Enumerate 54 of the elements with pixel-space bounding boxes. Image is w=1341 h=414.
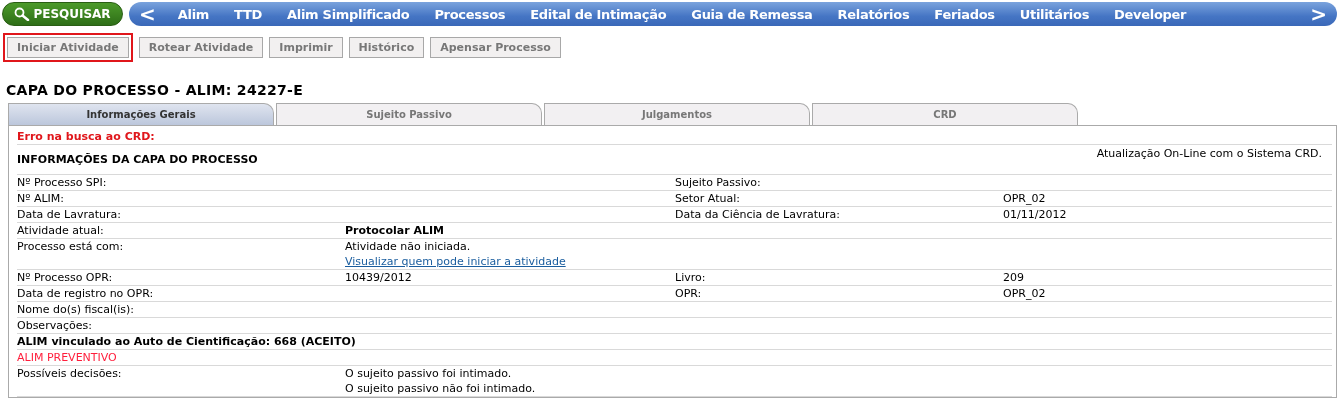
field-value: OPR_02 — [1003, 191, 1047, 206]
field-label: Data da Ciência de Lavratura: — [675, 207, 841, 222]
action-button[interactable]: Rotear Atividade — [138, 36, 264, 58]
menu-item[interactable]: Relatórios — [837, 6, 910, 22]
field-label: Processo está com: — [17, 239, 125, 254]
field-label: Possíveis decisões: — [17, 366, 123, 381]
tab[interactable]: Informações Gerais — [8, 103, 274, 125]
menu-item[interactable]: Guia de Remessa — [691, 6, 813, 22]
field-label: Data de registro no OPR: — [17, 286, 155, 301]
link-info: ALIM vinculado ao Auto de Cientificação: 668 (ACEITO) — [17, 335, 356, 348]
field-label: Nº Processo SPI: — [17, 175, 108, 190]
field-value: O sujeito passivo não foi intimado. — [345, 381, 537, 396]
tab[interactable]: Sujeito Passivo — [276, 103, 542, 125]
field-label: Setor Atual: — [675, 191, 741, 206]
field-value: OPR_02 — [1003, 286, 1047, 301]
menu-item[interactable]: Edital de Intimação — [530, 6, 667, 22]
section-heading: INFORMAÇÕES DA CAPA DO PROCESSO — [17, 152, 258, 167]
field-label: Nome do(s) fiscal(is): — [17, 302, 136, 317]
field-value: 10439/2012 — [345, 270, 413, 285]
menu-item[interactable]: Processos — [434, 6, 506, 22]
action-button[interactable]: Histórico — [348, 36, 425, 58]
field-label: Livro: — [675, 270, 707, 285]
scroll-right-button[interactable]: > — [1300, 3, 1337, 25]
action-button[interactable]: Imprimir — [269, 36, 343, 58]
search-button[interactable]: PESQUISAR — [2, 2, 123, 26]
menu-item[interactable]: Utilitários — [1019, 6, 1090, 22]
menu-item[interactable]: Alim Simplificado — [287, 6, 410, 22]
field-value: Atividade não iniciada. — [345, 239, 472, 254]
tab[interactable]: CRD — [812, 103, 1078, 125]
field-label: Nº Processo OPR: — [17, 270, 114, 285]
field-label: Observações: — [17, 318, 93, 333]
page-title: CAPA DO PROCESSO - ALIM: 24227-E — [5, 81, 305, 100]
field-label: Atividade atual: — [17, 223, 105, 238]
menu-item[interactable]: TTD — [234, 6, 263, 22]
menu-item[interactable]: Feriados — [934, 6, 995, 22]
field-value: 01/11/2012 — [1003, 207, 1068, 222]
menu-item[interactable]: Developer — [1114, 6, 1187, 22]
tab[interactable]: Julgamentos — [544, 103, 810, 125]
field-label: Sujeito Passivo: — [675, 175, 762, 190]
link[interactable]: Visualizar quem pode iniciar a atividade — [345, 254, 675, 269]
field-value: 209 — [1003, 270, 1025, 285]
action-button[interactable]: Iniciar Atividade — [7, 36, 129, 58]
field-value: O sujeito passivo foi intimado. — [345, 366, 513, 381]
field-label: OPR: — [675, 286, 703, 301]
menu-item[interactable]: Alim — [177, 6, 210, 22]
field-label: Nº ALIM: — [17, 191, 65, 206]
action-button[interactable]: Apensar Processo — [430, 36, 561, 58]
error-message: Erro na busca ao CRD: — [17, 130, 155, 143]
field-label: Data de Lavratura: — [17, 207, 122, 222]
sync-note: Atualização On-Line com o Sistema CRD. — [1096, 146, 1322, 161]
search-icon — [14, 7, 31, 21]
alert-label: ALIM PREVENTIVO — [17, 351, 117, 364]
scroll-left-button[interactable]: < — [129, 3, 166, 25]
field-value: Protocolar ALIM — [345, 223, 445, 238]
